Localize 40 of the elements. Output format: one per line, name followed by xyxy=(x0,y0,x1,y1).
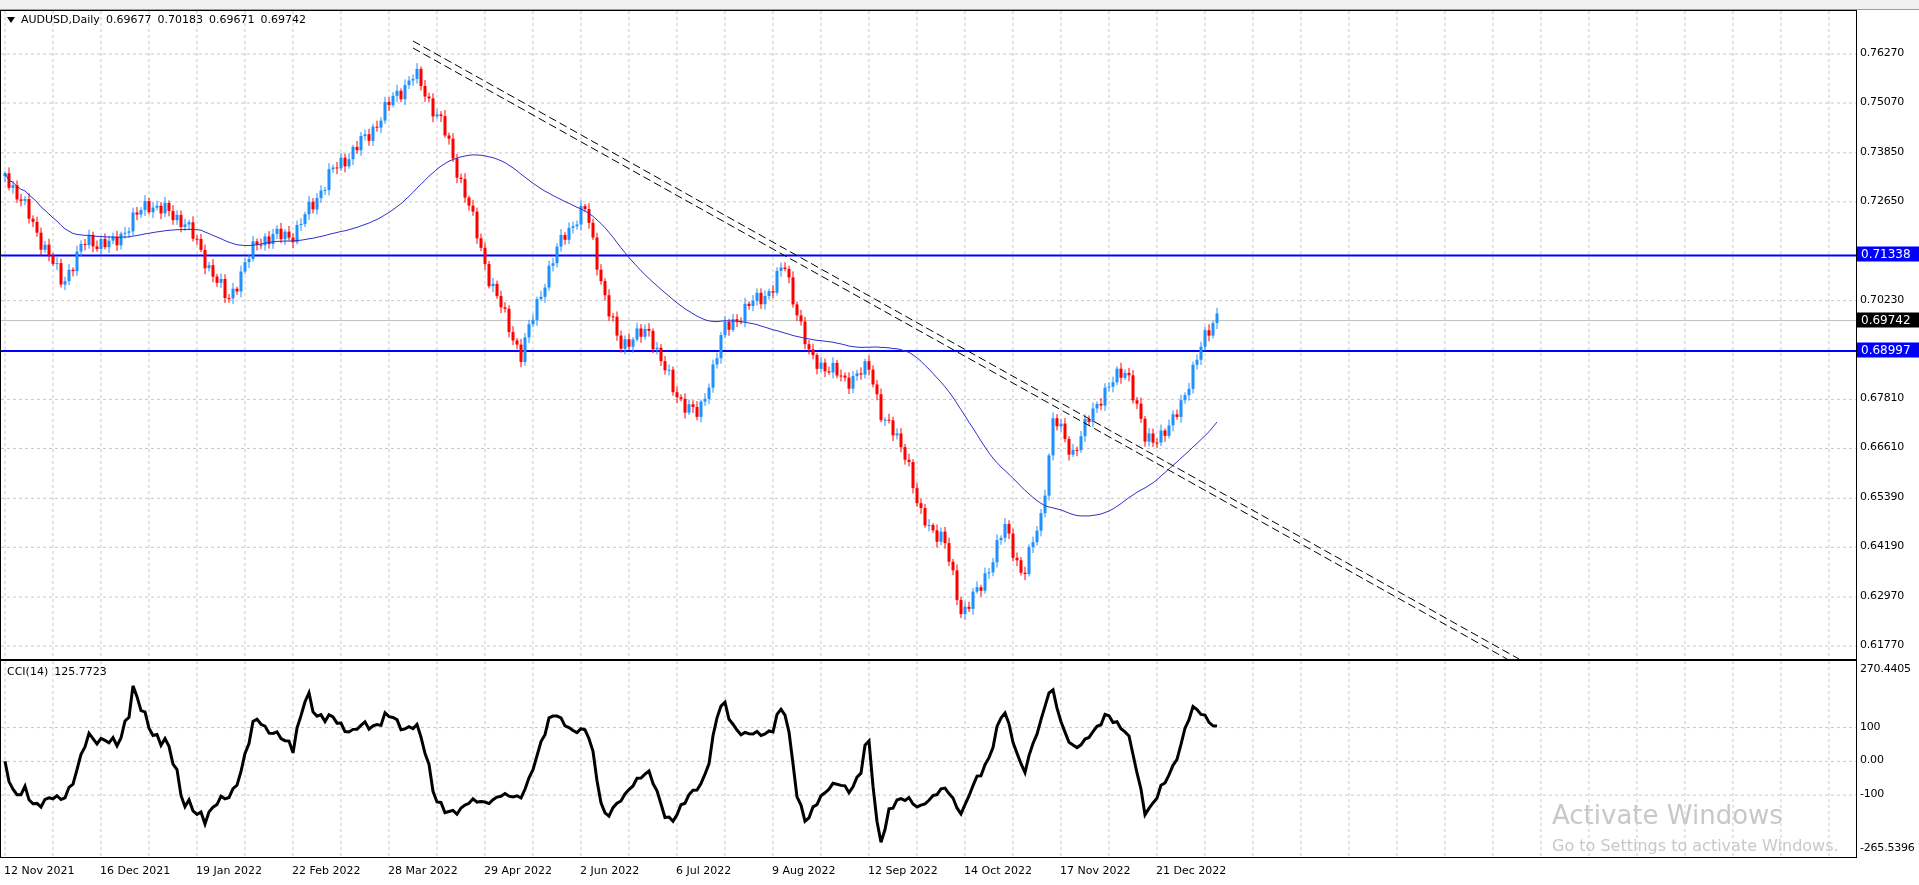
price-label: 0.62970 xyxy=(1860,589,1905,604)
price-label: 0.76270 xyxy=(1860,46,1905,60)
date-label: 12 Nov 2021 xyxy=(4,864,75,877)
price-label: 0.67810 xyxy=(1860,391,1905,406)
date-label: 19 Jan 2022 xyxy=(196,864,262,877)
indicator-name: CCI(14) xyxy=(7,665,49,678)
price-label: 0.64190 xyxy=(1860,539,1905,554)
price-label: 0.72650 xyxy=(1860,193,1905,208)
quote-value: 0.69742 xyxy=(260,13,306,26)
price-label: 0.70230 xyxy=(1860,292,1905,307)
cci-axis-label: 100 xyxy=(1860,719,1881,734)
price-marker-label: 0.69742 xyxy=(1857,312,1919,328)
price-label: 0.66610 xyxy=(1860,440,1905,455)
cci-axis-label: -100 xyxy=(1860,787,1885,802)
date-label: 29 Apr 2022 xyxy=(484,864,552,877)
dropdown-caret-icon[interactable] xyxy=(7,16,15,23)
symbol-label: AUDUSD,Daily xyxy=(21,13,100,26)
price-marker-label: 0.71338 xyxy=(1857,246,1919,262)
cci-axis-label: 270.4405 xyxy=(1860,662,1911,676)
cci-axis-label: 0.00 xyxy=(1860,753,1884,768)
cci-axis-label: -265.5396 xyxy=(1860,841,1915,855)
date-label: 6 Jul 2022 xyxy=(676,864,732,877)
date-label: 2 Jun 2022 xyxy=(580,864,640,877)
date-label: 9 Aug 2022 xyxy=(772,864,836,877)
quote-value: 0.70183 xyxy=(157,13,203,26)
date-label: 16 Dec 2021 xyxy=(100,864,171,877)
price-marker-label: 0.68997 xyxy=(1857,342,1919,358)
indicator-value: 125.7723 xyxy=(54,665,107,678)
price-label: 0.73850 xyxy=(1860,144,1905,159)
date-label: 14 Oct 2022 xyxy=(964,864,1032,877)
date-label: 21 Dec 2022 xyxy=(1156,864,1227,877)
quote-value: 0.69677 xyxy=(105,13,152,26)
date-label: 17 Nov 2022 xyxy=(1060,864,1131,877)
quote-value: 0.69671 xyxy=(208,13,255,26)
price-label: 0.61770 xyxy=(1860,638,1905,653)
price-label: 0.65390 xyxy=(1860,490,1905,505)
date-label: 22 Feb 2022 xyxy=(292,864,361,877)
date-label: 12 Sep 2022 xyxy=(868,864,938,877)
price-label: 0.75070 xyxy=(1860,95,1905,109)
date-label: 28 Mar 2022 xyxy=(388,864,458,877)
